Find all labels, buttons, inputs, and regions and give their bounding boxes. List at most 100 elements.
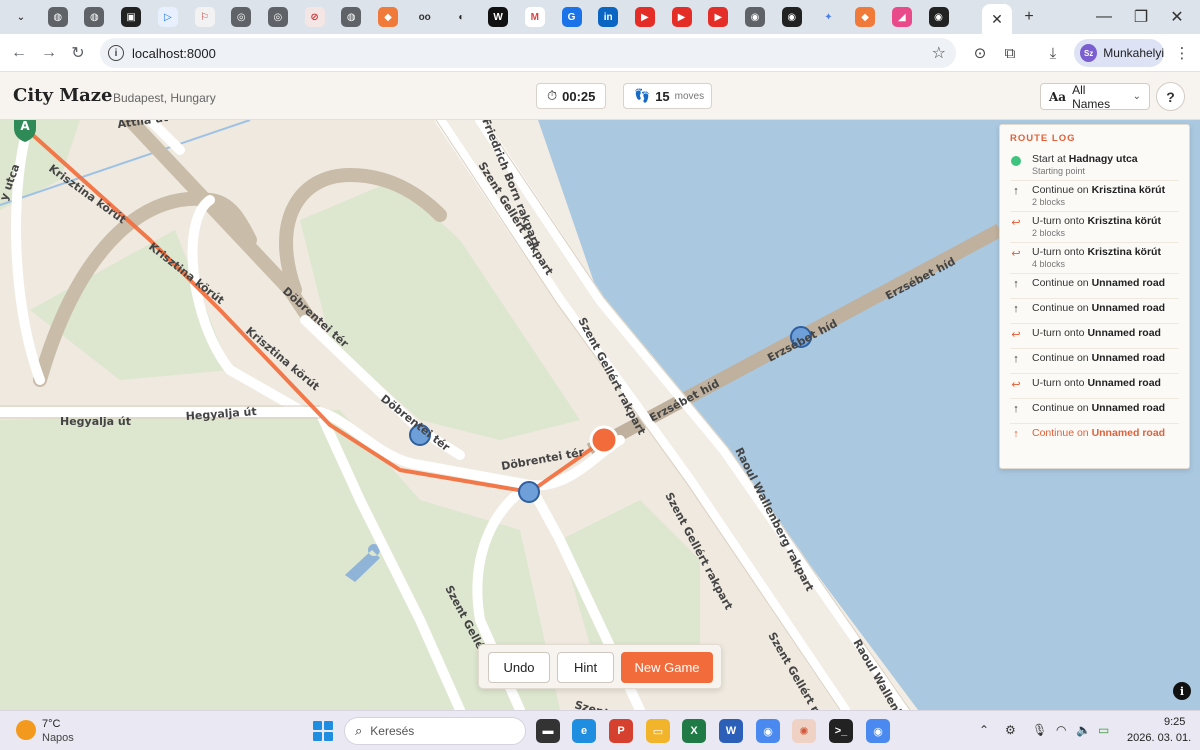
weather-desc[interactable]: Napos [42, 732, 74, 744]
undo-button[interactable]: Undo [488, 652, 550, 683]
waypoint-marker[interactable] [518, 481, 540, 503]
word-icon[interactable]: W [719, 719, 743, 743]
url-text[interactable]: localhost:8000 [132, 46, 216, 61]
minimize-window-button[interactable]: — [1093, 6, 1115, 28]
volume-icon[interactable]: 🔈 [1076, 723, 1091, 737]
map-attribution-info-icon[interactable]: i [1173, 682, 1191, 700]
route-action: Continue on [1032, 427, 1089, 439]
clock-date[interactable]: 2026. 03. 01. [1127, 732, 1191, 744]
chrome-icon[interactable]: ◉ [866, 719, 890, 743]
site-icon[interactable]: ◆ [378, 7, 398, 27]
site-icon[interactable]: G [561, 7, 582, 27]
route-log-item: Start at Hadnagy utca Starting point [1010, 150, 1179, 181]
new-game-button[interactable]: New Game [621, 652, 713, 683]
route-action: U-turn onto [1032, 215, 1085, 227]
route-log-item-body: U-turn onto Krisztina körút 2 blocks [1032, 215, 1161, 239]
microphone-icon[interactable]: 🎙 [1032, 723, 1047, 737]
browser-menu-icon[interactable]: ⋮ [1172, 43, 1192, 63]
sun-icon[interactable] [16, 720, 36, 740]
tray-app-icon[interactable]: ⚙ [1005, 723, 1016, 737]
claude-icon[interactable]: ✺ [792, 719, 816, 743]
battery-icon[interactable]: ▭ [1098, 723, 1109, 737]
forward-icon[interactable]: → [38, 42, 60, 64]
glasses-icon[interactable]: oo [414, 7, 435, 27]
uturn-icon: ↩ [1011, 217, 1021, 229]
route-log-item-body: Continue on Unnamed road [1032, 302, 1165, 315]
new-tab-button[interactable]: + [1018, 6, 1040, 28]
active-tab-close-icon[interactable]: ✕ [982, 4, 1012, 34]
close-window-button[interactable]: ✕ [1166, 6, 1188, 28]
youtube-icon[interactable]: ▶ [634, 7, 655, 27]
github-icon[interactable]: ◉ [928, 7, 949, 27]
road-label: Szent [573, 698, 610, 710]
site-icon[interactable]: ⚐ [194, 7, 215, 27]
globe-icon[interactable]: ◍ [341, 7, 362, 27]
moon-icon[interactable]: ◐ [451, 7, 472, 27]
site-icon[interactable]: W [488, 7, 509, 27]
powerpoint-icon[interactable]: P [609, 719, 633, 743]
github-icon[interactable]: ◉ [781, 7, 802, 27]
site-icon[interactable]: ▣ [121, 7, 142, 27]
globe-icon[interactable]: ◎ [267, 7, 288, 27]
gmail-icon[interactable]: M [524, 7, 545, 27]
arrow-up-icon: ↑ [1013, 185, 1019, 197]
browser-tab-strip: ⌄ ◍ ◍ ▣ ▷ ⚐ ◎ ◎ ⊘ ◍ ◆ oo ◐ W M Gin ▶ ▶ ▶ ◉ ◉ ✦ ◆ ◢ ◉ ✕ + — ❐ ✕ [0, 0, 1200, 34]
site-icon[interactable]: ◉ [745, 7, 765, 27]
clock-time[interactable]: 9:25 [1164, 716, 1185, 728]
route-street: Unnamed road [1091, 402, 1166, 414]
youtube-icon[interactable]: ▶ [671, 7, 692, 27]
route-log-item-text: Continue on Unnamed road [1032, 352, 1165, 365]
uturn-icon: ↩ [1011, 329, 1021, 341]
route-log-item: ↑ Continue on Unnamed road [1010, 399, 1179, 424]
excel-icon[interactable]: X [682, 719, 706, 743]
restore-window-button[interactable]: ❐ [1130, 6, 1152, 28]
start-button[interactable] [313, 721, 333, 741]
route-log-item-body: Continue on Unnamed road [1032, 277, 1165, 290]
terminal-icon[interactable]: >_ [829, 719, 853, 743]
tray-chevron-up-icon[interactable]: ⌃ [979, 723, 989, 737]
download-icon[interactable]: ⤓ [1043, 43, 1063, 63]
site-icon[interactable]: ◢ [891, 7, 912, 27]
wifi-icon[interactable]: ◠ [1056, 723, 1066, 737]
route-log-item: ↩ U-turn onto Unnamed road [1010, 324, 1179, 349]
chrome-icon[interactable]: ◉ [756, 719, 780, 743]
route-log-item-body: Continue on Krisztina körút 2 blocks [1032, 184, 1165, 208]
route-log-item-body: Continue on Unnamed road [1032, 352, 1165, 365]
route-street: Hadnagy utca [1068, 153, 1138, 165]
font-aa-icon: Aa [1049, 89, 1067, 104]
back-icon[interactable]: ← [8, 42, 30, 64]
globe-icon[interactable]: ◍ [47, 7, 68, 27]
hint-button[interactable]: Hint [557, 652, 614, 683]
reload-icon[interactable]: ↻ [67, 42, 89, 64]
address-bar[interactable]: i localhost:8000 ☆ [100, 38, 956, 68]
task-view-icon[interactable]: ▬ [536, 719, 560, 743]
uturn-icon: ↩ [1011, 248, 1021, 260]
globe-icon[interactable]: ◍ [84, 7, 105, 27]
help-button[interactable]: ? [1156, 82, 1185, 111]
names-filter-select[interactable]: Aa All Names ⌄ [1040, 83, 1150, 111]
menu-dropdown-icon[interactable]: ⌄ [11, 7, 31, 27]
file-explorer-icon[interactable]: ▭ [646, 719, 670, 743]
site-info-icon[interactable]: i [108, 45, 124, 61]
gemini-icon[interactable]: ✦ [818, 7, 839, 27]
route-log-title: ROUTE LOG [1010, 133, 1076, 144]
profile-chip[interactable]: Sz Munkahelyi [1074, 39, 1164, 67]
site-icon[interactable]: ◆ [855, 7, 876, 27]
extensions-icon[interactable]: ⧉ [1000, 43, 1020, 63]
taskbar-search[interactable]: ⌕ Keresés [344, 717, 526, 745]
route-action: Continue on [1032, 302, 1089, 314]
edge-icon[interactable]: e [572, 719, 596, 743]
linkedin-icon[interactable]: in [598, 7, 619, 27]
lens-icon[interactable]: ⊙ [970, 43, 990, 63]
globe-icon[interactable]: ◎ [231, 7, 252, 27]
site-icon[interactable]: ⊘ [304, 7, 325, 27]
route-log-item: ↑ Continue on Unnamed road [1010, 274, 1179, 299]
youtube-icon[interactable]: ▶ [708, 7, 729, 27]
weather-temp[interactable]: 7°C [42, 718, 60, 730]
bookmark-star-icon[interactable]: ☆ [932, 43, 946, 63]
arrow-up-icon: ↑ [1013, 278, 1019, 290]
moves-count: 15 [655, 88, 670, 104]
route-log-item-body: U-turn onto Unnamed road [1032, 327, 1161, 340]
route-log-item: ↩ U-turn onto Krisztina körút 4 blocks [1010, 243, 1179, 274]
play-icon[interactable]: ▷ [157, 7, 178, 27]
